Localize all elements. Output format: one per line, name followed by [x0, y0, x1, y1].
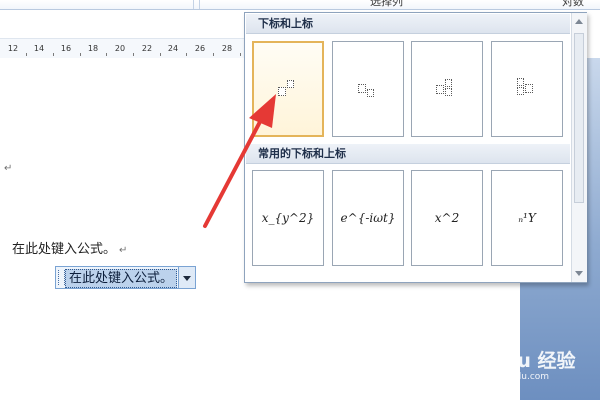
- watermark-logo: Baidu 经验: [470, 350, 576, 372]
- arrow-head-icon: [249, 94, 276, 128]
- annotation-arrow: [203, 94, 276, 228]
- watermark-url: jingyan.baidu.com: [466, 372, 550, 382]
- arrow-shaft: [203, 116, 264, 228]
